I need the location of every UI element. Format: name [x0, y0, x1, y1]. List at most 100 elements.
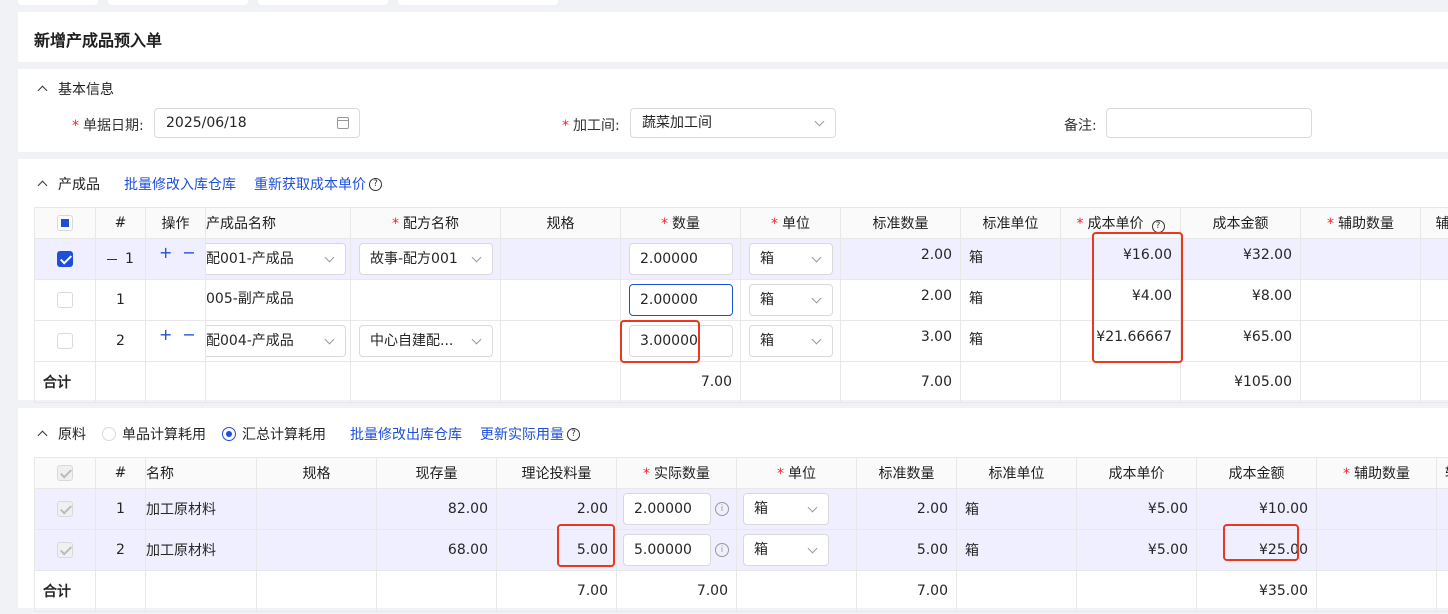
remove-row-icon[interactable]: − — [182, 325, 195, 344]
col-header: * 配方名称 — [350, 207, 501, 239]
row-index: 2 — [95, 529, 146, 571]
product-select[interactable]: 配001-产成品 — [206, 243, 346, 275]
col-header: * 辅助数量 — [1316, 457, 1437, 489]
select-all-checkbox[interactable] — [57, 215, 73, 231]
aux-cell — [1420, 238, 1448, 280]
radio-button[interactable] — [102, 427, 116, 441]
chevron-down-icon — [471, 252, 482, 263]
table-row[interactable]: 1 加工原材料 82.00 2.00 2.00000 i 箱 2.00 箱 ¥5.… — [34, 488, 1448, 530]
help-icon[interactable]: ? — [567, 427, 580, 441]
table-row[interactable]: 1 + − 配001-产成品 故事-配方001 2.00000 箱 2.00 箱 … — [34, 238, 1448, 280]
row-index: 1 — [95, 279, 146, 321]
chevron-up-icon[interactable] — [36, 177, 50, 191]
op-cell — [145, 279, 206, 321]
unit-select[interactable]: 箱 — [749, 325, 833, 357]
std-qty-cell: 2.00 — [856, 488, 957, 530]
row-checkbox[interactable] — [57, 292, 73, 308]
help-icon[interactable]: ? — [369, 177, 382, 191]
qty-input[interactable]: 2.00000 — [629, 284, 733, 316]
batch-warehouse-link[interactable]: 批量修改入库仓库 — [124, 174, 236, 194]
total-label: 合计 — [34, 361, 96, 403]
section-title: 原料 — [58, 427, 86, 443]
basic-info-header[interactable]: 基本信息 — [36, 79, 114, 99]
select-all-cell — [34, 457, 96, 489]
add-row-icon[interactable]: + — [159, 325, 172, 344]
total-qty: 7.00 — [620, 361, 741, 403]
aux-cell — [1436, 488, 1448, 530]
col-header: 产成品名称 — [205, 207, 351, 239]
aux-cell — [1436, 529, 1448, 571]
date-input[interactable]: 2025/06/18 — [154, 108, 360, 138]
radio-total[interactable]: 汇总计算耗用 — [222, 424, 326, 444]
spec-cell — [256, 488, 377, 530]
unit-cost-cell: ¥4.00 — [1060, 279, 1181, 321]
tab-stub[interactable] — [18, 0, 98, 5]
chevron-up-icon[interactable] — [36, 427, 50, 441]
radio-button[interactable] — [222, 427, 236, 441]
select-all-cell[interactable] — [34, 207, 96, 239]
total-theory: 7.00 — [496, 570, 617, 612]
qty-input[interactable]: 2.00000 — [629, 243, 733, 275]
unit-select[interactable]: 箱 — [749, 284, 833, 316]
unit-cost-cell: ¥21.66667 — [1060, 320, 1181, 362]
add-row-icon[interactable]: + — [159, 243, 172, 262]
chevron-up-icon[interactable] — [36, 82, 50, 96]
actual-qty-input[interactable]: 5.00000 — [623, 534, 711, 566]
unit-select[interactable]: 箱 — [749, 243, 833, 275]
workshop-select[interactable]: 蔬菜加工间 — [630, 108, 836, 138]
amount-cell: ¥65.00 — [1180, 320, 1301, 362]
col-header: * 成本单价? — [1060, 207, 1181, 239]
unit-select[interactable]: 箱 — [743, 493, 829, 525]
recipe-select[interactable]: 故事-配方001 — [359, 243, 493, 275]
tab-stub[interactable] — [398, 0, 558, 5]
calendar-icon[interactable] — [337, 117, 349, 129]
row-checkbox[interactable] — [57, 251, 73, 267]
std-qty-cell: 5.00 — [856, 529, 957, 571]
info-icon[interactable]: i — [715, 543, 729, 557]
tab-stub[interactable] — [108, 0, 248, 5]
collapse-icon[interactable] — [107, 258, 118, 260]
table-row[interactable]: 2 加工原材料 68.00 5.00 5.00000 i 箱 5.00 箱 ¥5.… — [34, 529, 1448, 571]
row-checkbox[interactable] — [57, 333, 73, 349]
col-header: 规格 — [500, 207, 621, 239]
info-icon[interactable]: i — [715, 502, 729, 516]
unit-select[interactable]: 箱 — [743, 534, 829, 566]
col-header: # — [95, 207, 146, 239]
std-qty-cell: 3.00 — [840, 320, 961, 362]
col-header: 成本单价 — [1076, 457, 1197, 489]
section-title: 产成品 — [58, 177, 100, 193]
tab-stub[interactable] — [258, 0, 388, 5]
help-icon[interactable]: ? — [1151, 220, 1165, 233]
batch-out-warehouse-link[interactable]: 批量修改出库仓库 — [350, 424, 462, 444]
chevron-down-icon — [807, 543, 818, 554]
recipe-cell — [350, 279, 501, 321]
material-name: 加工原材料 — [145, 488, 257, 530]
col-header: 标准单位 — [960, 207, 1061, 239]
left-gutter — [0, 8, 18, 614]
refetch-cost-link[interactable]: 重新获取成本单价 — [254, 174, 366, 194]
update-usage-link[interactable]: 更新实际用量 — [480, 424, 564, 444]
product-name: 005-副产成品 — [205, 279, 351, 321]
workshop-value: 蔬菜加工间 — [642, 115, 712, 131]
recipe-select[interactable]: 中心自建配... — [359, 325, 493, 357]
remark-input[interactable] — [1106, 108, 1312, 138]
spec-cell — [500, 238, 621, 280]
total-std-qty: 7.00 — [856, 570, 957, 612]
qty-input[interactable]: 3.00000 — [629, 325, 733, 357]
title-card — [18, 12, 1448, 62]
product-select[interactable]: 配004-产成品 — [206, 325, 346, 357]
chevron-down-icon — [811, 252, 822, 263]
amount-cell: ¥10.00 — [1196, 488, 1317, 530]
col-header: 理论投料量 — [496, 457, 617, 489]
actual-qty-input[interactable]: 2.00000 — [623, 493, 711, 525]
col-header: * 辅助数量 — [1300, 207, 1421, 239]
radio-single[interactable]: 单品计算耗用 — [102, 424, 206, 444]
table-row[interactable]: 1 005-副产成品 2.00000 箱 2.00 箱 ¥4.00 ¥8.00 — [34, 279, 1448, 321]
chevron-down-icon — [324, 252, 335, 263]
col-header: 标准数量 — [840, 207, 961, 239]
remove-row-icon[interactable]: − — [182, 243, 195, 262]
row-checkbox — [57, 542, 73, 558]
col-header: 成本金额 — [1196, 457, 1317, 489]
products-header: 产成品 批量修改入库仓库 重新获取成本单价 ? — [36, 174, 382, 194]
table-row[interactable]: 2 + − 配004-产成品 中心自建配... 3.00000 箱 3.00 箱 … — [34, 320, 1448, 362]
